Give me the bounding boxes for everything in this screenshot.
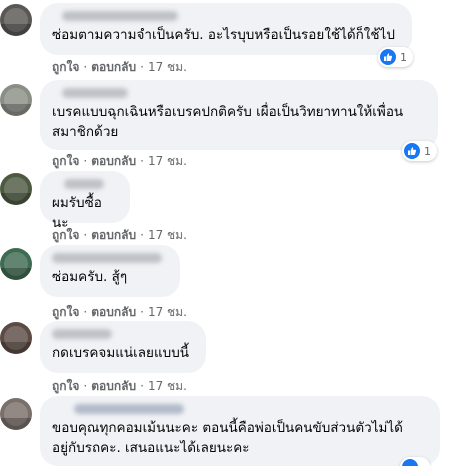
reply-link[interactable]: ตอบกลับ	[91, 305, 136, 319]
reaction-count: 1	[400, 50, 407, 64]
reaction-badge[interactable]	[400, 457, 430, 466]
avatar[interactable]	[0, 173, 32, 205]
like-link[interactable]: ถูกใจ	[52, 379, 79, 393]
thumbs-up-icon	[404, 143, 420, 159]
author-name-redacted[interactable]	[64, 179, 104, 189]
reaction-badge[interactable]: 1	[378, 47, 413, 67]
like-link[interactable]: ถูกใจ	[52, 154, 79, 168]
reply-link[interactable]: ตอบกลับ	[91, 60, 136, 74]
timestamp[interactable]: 17 ชม.	[148, 305, 187, 319]
comment-text: กดเบรคจมแน่เลยแบบนี้	[52, 345, 190, 361]
comment-text: ซ่อมครับ. สู้ๆ	[52, 269, 128, 285]
reply-link[interactable]: ตอบกลับ	[91, 228, 136, 242]
reply-link[interactable]: ตอบกลับ	[91, 154, 136, 168]
comment-bubble: กดเบรคจมแน่เลยแบบนี้	[40, 321, 206, 373]
comment-text: เบรคแบบฉุกเฉินหรือเบรคปกติครับ เผื่อเป็น…	[52, 104, 404, 140]
comment-actions: ถูกใจ · ตอบกลับ · 17 ชม.	[52, 379, 187, 393]
avatar[interactable]	[0, 4, 32, 36]
comment-actions: ถูกใจ · ตอบกลับ · 17 ชม.	[52, 228, 187, 242]
thumbs-up-icon	[402, 459, 418, 466]
comment-actions: ถูกใจ · ตอบกลับ · 17 ชม.	[52, 305, 187, 319]
timestamp[interactable]: 17 ชม.	[148, 60, 187, 74]
author-name-redacted[interactable]	[74, 404, 184, 414]
timestamp[interactable]: 17 ชม.	[148, 379, 187, 393]
comment-text: ขอบคุณทุกคอมเม้นนะคะ ตอนนี้คือพ่อเป็นคนข…	[52, 420, 403, 456]
avatar[interactable]	[0, 322, 32, 354]
author-name-redacted[interactable]	[52, 329, 112, 339]
avatar[interactable]	[0, 84, 32, 116]
comment-actions: ถูกใจ · ตอบกลับ · 17 ชม.	[52, 60, 187, 74]
thumbs-up-icon	[380, 49, 396, 65]
author-name-redacted[interactable]	[52, 253, 162, 263]
avatar[interactable]	[0, 398, 32, 430]
comment-text: ซ่อมตามความจำเป็นครับ. อะไรบุบหรือเป็นรอ…	[52, 27, 395, 43]
like-link[interactable]: ถูกใจ	[52, 305, 79, 319]
timestamp[interactable]: 17 ชม.	[148, 228, 187, 242]
author-name-redacted[interactable]	[62, 88, 128, 98]
like-link[interactable]: ถูกใจ	[52, 60, 79, 74]
comment-actions: ถูกใจ · ตอบกลับ · 17 ชม.	[52, 154, 187, 168]
reaction-count: 1	[424, 144, 431, 158]
like-link[interactable]: ถูกใจ	[52, 228, 79, 242]
reaction-badge[interactable]: 1	[402, 141, 437, 161]
reply-link[interactable]: ตอบกลับ	[91, 379, 136, 393]
avatar[interactable]	[0, 248, 32, 280]
timestamp[interactable]: 17 ชม.	[148, 154, 187, 168]
comment-bubble: ผมรับซื้อนะ	[40, 171, 130, 231]
comment-bubble: ขอบคุณทุกคอมเม้นนะคะ ตอนนี้คือพ่อเป็นคนข…	[40, 396, 440, 466]
comment-bubble: เบรคแบบฉุกเฉินหรือเบรคปกติครับ เผื่อเป็น…	[40, 80, 438, 150]
comment-bubble: ซ่อมตามความจำเป็นครับ. อะไรบุบหรือเป็นรอ…	[40, 3, 412, 55]
comment-bubble: ซ่อมครับ. สู้ๆ	[40, 245, 180, 297]
author-name-redacted[interactable]	[62, 11, 178, 21]
